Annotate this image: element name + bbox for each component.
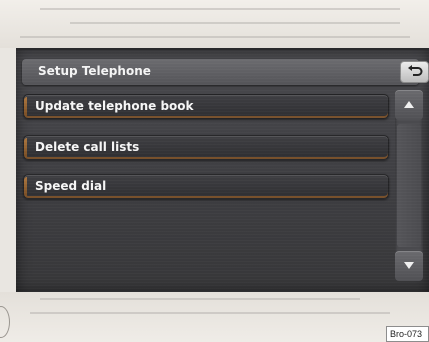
menu-item-speed-dial[interactable]: Speed dial	[23, 174, 389, 199]
menu-item-delete-call-lists[interactable]: Delete call lists	[23, 135, 389, 160]
menu-header: Setup Telephone	[22, 59, 429, 85]
arrow-down-icon	[404, 262, 414, 269]
figure-label: Bro-073	[386, 326, 429, 342]
arrow-up-icon	[404, 101, 414, 108]
background-text-line	[40, 298, 360, 300]
page-title: Setup Telephone	[38, 64, 151, 78]
infotainment-screen: Setup Telephone Update telephone book De…	[16, 48, 429, 292]
background-text-line	[70, 22, 400, 24]
back-button[interactable]	[400, 61, 429, 83]
background-text-line	[40, 8, 400, 10]
menu-item-label: Speed dial	[35, 179, 107, 193]
background-text-line	[20, 36, 410, 38]
return-arrow-icon	[408, 65, 423, 76]
scroll-up-button[interactable]	[395, 90, 423, 120]
menu-item-label: Update telephone book	[35, 99, 194, 113]
menu-item-update-telephone-book[interactable]: Update telephone book	[23, 94, 389, 119]
scroll-down-button[interactable]	[395, 251, 423, 281]
scrollbar[interactable]	[395, 90, 423, 281]
scrollbar-track-area[interactable]	[397, 124, 421, 247]
background-text-line	[30, 312, 390, 314]
menu-item-label: Delete call lists	[35, 140, 140, 154]
